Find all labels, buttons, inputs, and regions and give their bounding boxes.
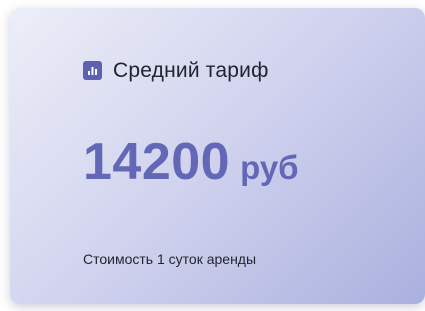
card-title: Средний тариф <box>113 59 269 82</box>
rate-amount: 14200 <box>83 133 231 191</box>
rate-value: 14200 руб <box>83 136 299 188</box>
card-header: Средний тариф <box>83 60 269 81</box>
rate-currency: руб <box>240 149 299 186</box>
average-rate-card: Средний тариф 14200 руб Стоимость 1 суто… <box>10 8 425 304</box>
bar-chart-icon <box>83 61 102 80</box>
card-caption: Стоимость 1 суток аренды <box>83 251 257 267</box>
